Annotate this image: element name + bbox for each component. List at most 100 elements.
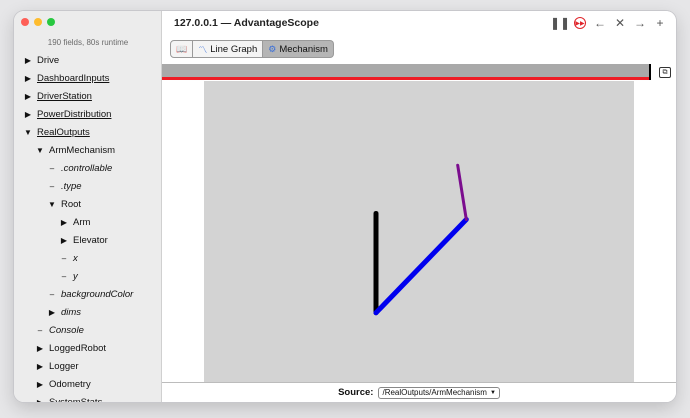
expand-arrow-icon[interactable]: ▶ (22, 56, 34, 65)
expand-arrow-icon[interactable]: ▶ (34, 398, 46, 403)
line-graph-icon: 〽 (198, 44, 208, 55)
tree-item[interactable]: ▶ PowerDistribution (14, 105, 161, 123)
tab-line-graph[interactable]: 〽 Line Graph (193, 40, 264, 58)
tree-item[interactable]: ▶ SystemStats (14, 393, 161, 403)
leaf-dash-icon: – (49, 181, 55, 191)
tree-item[interactable]: ▶ DriverStation (14, 87, 161, 105)
tree-item-label: Root (61, 198, 82, 210)
tree-item[interactable]: ▼ ArmMechanism (14, 141, 161, 159)
tree-item-label: x (73, 252, 78, 264)
toolbar-controls: ❚❚ ▶▶ ← ✕ → + (550, 16, 666, 30)
zoom-window-button[interactable] (47, 18, 55, 26)
field-tree: ▶ Drive ▶ DashboardInputs ▶ DriverStation ▶ Pow… (14, 51, 161, 403)
source-footer: Source: /RealOutputs/ArmMechanism ▼ (162, 382, 676, 402)
tree-item[interactable]: ▶ Arm (14, 213, 161, 231)
tree-item[interactable]: ▶ Elevator (14, 231, 161, 249)
tree-item[interactable]: – backgroundColor (14, 285, 161, 303)
expand-arrow-icon[interactable]: ▶ (22, 110, 34, 119)
tree-item[interactable]: – .type (14, 177, 161, 195)
popout-window-icon[interactable]: ⧉ (659, 67, 671, 78)
source-select-value: /RealOutputs/ArmMechanism (382, 388, 487, 397)
tree-item-label: .type (61, 180, 82, 192)
mechanism-segment (373, 216, 469, 316)
collapse-arrow-icon[interactable]: ▼ (22, 128, 34, 137)
tree-item[interactable]: – y (14, 267, 161, 285)
tree-item-label: Elevator (73, 234, 108, 246)
collapse-arrow-icon[interactable]: ▼ (34, 146, 46, 155)
chevron-down-icon: ▼ (489, 389, 496, 396)
tree-item-label: ArmMechanism (49, 144, 115, 156)
source-select[interactable]: /RealOutputs/ArmMechanism ▼ (378, 386, 500, 399)
arrow-right-icon[interactable]: → (634, 16, 646, 30)
mechanism-canvas (373, 163, 469, 316)
tree-item-label: Odometry (49, 378, 91, 390)
timeline-progress (162, 77, 651, 80)
tab-docs[interactable]: 📖 (170, 40, 194, 58)
tree-item[interactable]: ▶ Odometry (14, 375, 161, 393)
collapse-arrow-icon[interactable]: ▼ (46, 200, 58, 209)
expand-arrow-icon[interactable]: ▶ (34, 380, 46, 389)
tab-bar: 📖 〽 Line Graph ⚙ Mechanism (170, 40, 334, 58)
leaf-dash-icon: – (37, 325, 43, 335)
pause-icon[interactable]: ❚❚ (550, 16, 570, 30)
expand-arrow-icon[interactable]: ▶ (58, 218, 70, 227)
tab-label: Mechanism (279, 43, 328, 55)
docs-icon: 📖 (176, 43, 188, 54)
expand-arrow-icon[interactable]: ▶ (46, 308, 58, 317)
tab-label: Line Graph (210, 43, 258, 55)
expand-arrow-icon[interactable]: ▶ (22, 74, 34, 83)
expand-arrow-icon[interactable]: ▶ (34, 344, 46, 353)
tree-item-label: DriverStation (37, 90, 92, 102)
tree-item-label: Console (49, 324, 84, 336)
tree-item[interactable]: – .controllable (14, 159, 161, 177)
tree-item-label: RealOutputs (37, 126, 90, 138)
minimize-window-button[interactable] (34, 18, 42, 26)
mechanism-segment (456, 163, 468, 221)
timeline-cursor[interactable] (649, 64, 651, 80)
tree-item-label: DashboardInputs (37, 72, 110, 84)
leaf-dash-icon: – (49, 289, 55, 299)
tree-item[interactable]: – Console (14, 321, 161, 339)
window-title: 127.0.0.1 — AdvantageScope (174, 17, 319, 29)
record-icon[interactable]: ▶▶ (574, 17, 586, 29)
mechanism-icon: ⚙ (268, 43, 277, 54)
expand-arrow-icon[interactable]: ▶ (34, 362, 46, 371)
leaf-dash-icon: – (49, 163, 55, 173)
app-window: 190 fields, 80s runtime ▶ Drive ▶ Dashboard… (14, 11, 676, 402)
tree-item[interactable]: ▶ Drive (14, 51, 161, 69)
tree-item[interactable]: ▶ dims (14, 303, 161, 321)
leaf-dash-icon: – (61, 253, 67, 263)
mechanism-viewport (204, 81, 634, 382)
tree-item-label: SystemStats (49, 396, 103, 403)
tree-item-label: y (73, 270, 78, 282)
source-label: Source: (338, 387, 374, 398)
tree-item-label: backgroundColor (61, 288, 134, 300)
tree-item-label: .controllable (61, 162, 113, 174)
expand-arrow-icon[interactable]: ▶ (58, 236, 70, 245)
timeline-scrubber[interactable] (162, 64, 651, 80)
tree-item-label: Logger (49, 360, 79, 372)
arrow-left-icon[interactable]: ← (594, 16, 606, 30)
tree-item-label: Drive (37, 54, 60, 66)
add-icon[interactable]: + (654, 16, 666, 30)
window-controls (21, 18, 55, 26)
tree-item-label: dims (61, 306, 82, 318)
tree-item[interactable]: ▼ Root (14, 195, 161, 213)
tree-item[interactable]: – x (14, 249, 161, 267)
tree-item[interactable]: ▼ RealOutputs (14, 123, 161, 141)
sidebar: 190 fields, 80s runtime ▶ Drive ▶ Dashboard… (14, 11, 162, 402)
leaf-dash-icon: – (61, 271, 67, 281)
title-bar: 127.0.0.1 — AdvantageScope ❚❚ ▶▶ ← ✕ → + (162, 11, 676, 37)
tree-item[interactable]: ▶ LoggedRobot (14, 339, 161, 357)
tab-mechanism[interactable]: ⚙ Mechanism (263, 40, 334, 58)
tree-item[interactable]: ▶ DashboardInputs (14, 69, 161, 87)
expand-arrow-icon[interactable]: ▶ (22, 92, 34, 101)
tree-item-label: Arm (73, 216, 91, 228)
tree-item-label: LoggedRobot (49, 342, 107, 354)
close-window-button[interactable] (21, 18, 29, 26)
tree-item[interactable]: ▶ Logger (14, 357, 161, 375)
field-count-info: 190 fields, 80s runtime (47, 38, 129, 47)
close-icon[interactable]: ✕ (614, 16, 626, 30)
tree-item-label: PowerDistribution (37, 108, 112, 120)
main-panel: 127.0.0.1 — AdvantageScope ❚❚ ▶▶ ← ✕ → +… (162, 11, 676, 402)
